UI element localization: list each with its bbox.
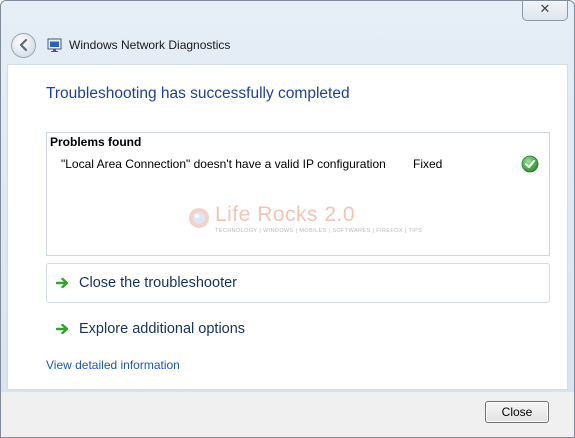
close-troubleshooter-link[interactable]: Close the troubleshooter bbox=[46, 263, 550, 303]
green-checkmark-icon bbox=[521, 155, 539, 173]
window-close-button[interactable]: ✕ bbox=[522, 1, 568, 21]
content-panel: Troubleshooting has successfully complet… bbox=[7, 64, 568, 390]
explore-options-link[interactable]: Explore additional options bbox=[46, 309, 550, 349]
watermark: Life Rocks 2.0 TECHNOLOGY | WINDOWS | MO… bbox=[185, 203, 422, 239]
back-arrow-icon bbox=[19, 38, 27, 52]
dialog-title: Windows Network Diagnostics bbox=[69, 38, 231, 52]
problems-found-title: Problems found bbox=[50, 135, 142, 149]
close-button[interactable]: Close bbox=[485, 401, 549, 423]
back-button[interactable] bbox=[11, 32, 36, 58]
problems-found-box: Problems found "Local Area Connection" d… bbox=[46, 132, 550, 256]
green-arrow-icon bbox=[55, 275, 71, 291]
dialog-window: ✕ Windows Network Diagnostics Troublesho… bbox=[0, 0, 575, 438]
dialog-header: Windows Network Diagnostics bbox=[1, 27, 574, 63]
watermark-title: Life Rocks 2.0 bbox=[215, 203, 356, 226]
watermark-subtitle: TECHNOLOGY | WINDOWS | MOBILES | SOFTWAR… bbox=[215, 228, 423, 234]
view-details-link[interactable]: View detailed information bbox=[46, 358, 180, 372]
problem-status: Fixed bbox=[413, 157, 443, 171]
problem-description: "Local Area Connection" doesn't have a v… bbox=[61, 157, 386, 171]
green-arrow-icon bbox=[55, 321, 71, 337]
close-troubleshooter-label: Close the troubleshooter bbox=[79, 275, 237, 291]
dialog-footer: Close bbox=[1, 391, 574, 437]
watermark-logo-icon bbox=[189, 208, 209, 228]
page-title: Troubleshooting has successfully complet… bbox=[46, 85, 350, 102]
explore-options-label: Explore additional options bbox=[79, 321, 246, 337]
list-item: "Local Area Connection" doesn't have a v… bbox=[47, 155, 549, 175]
network-diagnostics-icon bbox=[47, 37, 63, 53]
